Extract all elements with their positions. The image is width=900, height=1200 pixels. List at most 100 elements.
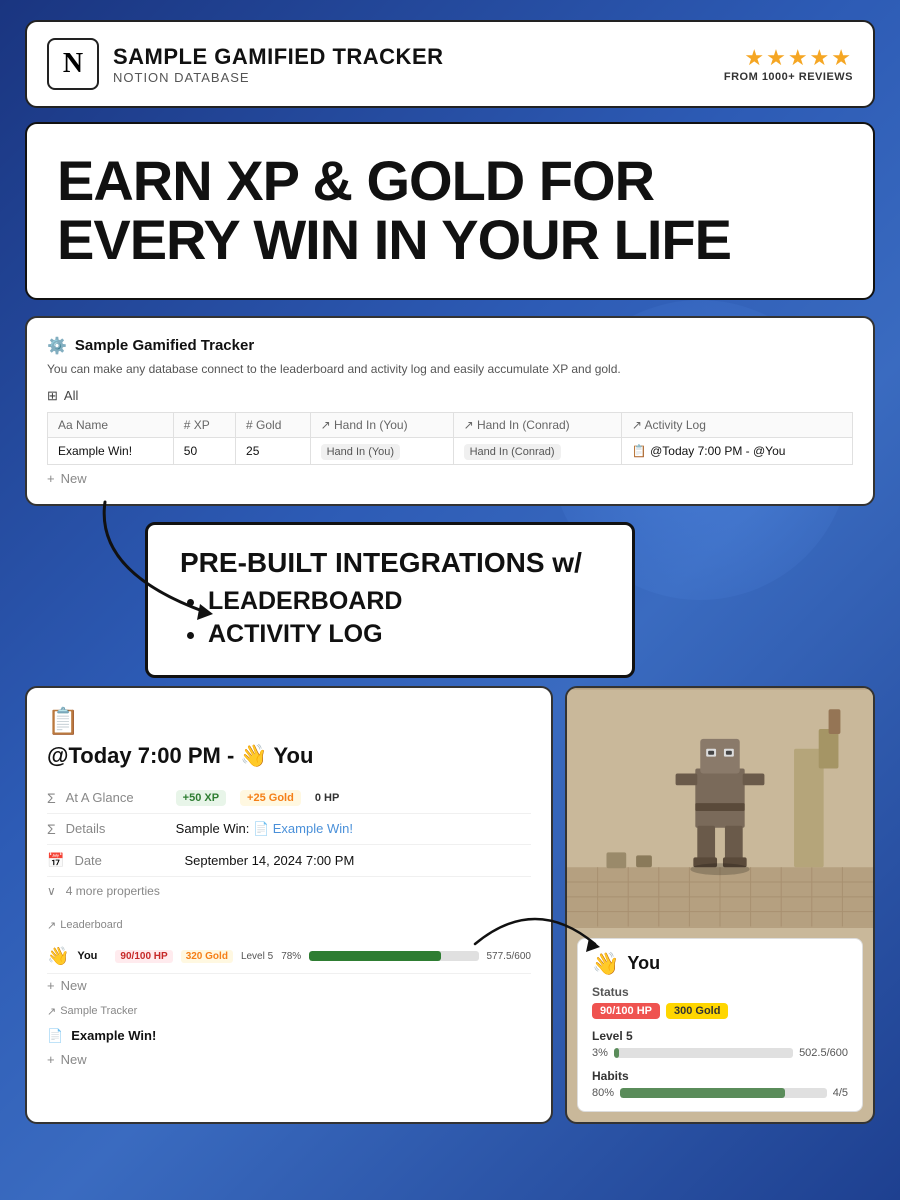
hero-line1: EARN XP & GOLD FOR xyxy=(57,152,843,211)
lb-new-label: New xyxy=(61,978,87,993)
lb-gold-badge: 320 Gold xyxy=(181,950,233,963)
details-row: Σ Details Sample Win: 📄 Example Win! xyxy=(47,814,531,845)
bottom-arrow-svg xyxy=(455,884,605,964)
handin-you-tag: Hand In (You) xyxy=(321,444,400,460)
char-name-row: 👋 You xyxy=(592,951,848,977)
cell-name: Example Win! xyxy=(48,437,174,464)
char-score: 502.5/600 xyxy=(799,1047,848,1059)
app-subtitle: NOTION DATABASE xyxy=(113,70,444,85)
col-xp: # XP xyxy=(173,412,235,437)
date-label: Date xyxy=(74,853,174,868)
lb-level: Level 5 xyxy=(241,951,273,962)
header-text-block: SAMPLE GAMIFIED TRACKER NOTION DATABASE xyxy=(113,44,444,85)
char-level: Level 5 xyxy=(592,1029,848,1043)
new-row-label: New xyxy=(61,471,87,486)
cell-xp: 50 xyxy=(173,437,235,464)
hero-line2: EVERY WIN IN YOUR LIFE xyxy=(57,211,843,270)
pixel-art-area xyxy=(567,688,873,928)
notion-logo: N xyxy=(47,38,99,90)
grid-icon: ⊞ xyxy=(47,388,58,404)
char-progress-bar xyxy=(614,1048,793,1058)
arrow-svg xyxy=(85,492,265,622)
char-gold-stat: 300 Gold xyxy=(666,1003,728,1019)
char-hp-stat: 90/100 HP xyxy=(592,1003,660,1019)
relation-icon-2: ↗ xyxy=(47,1005,56,1018)
view-all-label: All xyxy=(64,388,78,403)
col-handin-you: ↗ Hand In (You) xyxy=(310,412,453,437)
logo-letter: N xyxy=(63,48,83,80)
plus-icon: + xyxy=(47,471,55,486)
db-name: Sample Gamified Tracker xyxy=(75,337,254,354)
activity-note-icon: 📋 xyxy=(47,706,531,737)
tracker-new-label: New xyxy=(61,1052,87,1067)
db-settings-icon: ⚙️ xyxy=(47,336,67,356)
sigma-icon-2: Σ xyxy=(47,821,56,837)
add-new-row[interactable]: + New xyxy=(47,471,853,486)
notion-db-card: ⚙️ Sample Gamified Tracker You can make … xyxy=(25,316,875,506)
example-win-link[interactable]: Example Win! xyxy=(273,821,353,836)
char-name: You xyxy=(627,953,660,974)
db-view-label: ⊞ All xyxy=(47,388,853,404)
sample-tracker-label: ↗ Sample Tracker xyxy=(47,1005,531,1018)
cell-gold: 25 xyxy=(236,437,311,464)
calendar-icon: 📅 xyxy=(47,852,64,869)
hero-text: EARN XP & GOLD FOR EVERY WIN IN YOUR LIF… xyxy=(57,152,843,270)
date-row: 📅 Date September 14, 2024 7:00 PM xyxy=(47,845,531,877)
habit-pct: 80% xyxy=(592,1087,614,1099)
col-handin-conrad: ↗ Hand In (Conrad) xyxy=(453,412,621,437)
activity-title: @Today 7:00 PM - 👋 You xyxy=(47,743,531,769)
plus-icon-lb: + xyxy=(47,978,55,993)
col-gold: # Gold xyxy=(236,412,311,437)
char-progress-fill xyxy=(614,1048,619,1058)
char-status-row: 90/100 HP 300 Gold xyxy=(592,1003,848,1019)
habit-score: 4/5 xyxy=(833,1087,848,1099)
sample-tracker-section-label: Sample Tracker xyxy=(60,1005,137,1017)
app-title: SAMPLE GAMIFIED TRACKER xyxy=(113,44,444,70)
handin-conrad-tag: Hand In (Conrad) xyxy=(464,444,561,460)
hero-banner: EARN XP & GOLD FOR EVERY WIN IN YOUR LIF… xyxy=(25,122,875,300)
char-info-panel: 👋 You Status 90/100 HP 300 Gold Level 5 … xyxy=(577,938,863,1112)
lb-progress-fill xyxy=(309,951,441,961)
header-left: N SAMPLE GAMIFIED TRACKER NOTION DATABAS… xyxy=(47,38,444,90)
lb-pct: 78% xyxy=(281,951,301,962)
tracker-item: 📄 Example Win! xyxy=(47,1024,531,1048)
lb-user-name: You xyxy=(77,950,107,962)
char-habits-label: Habits xyxy=(592,1069,848,1083)
hp-badge: 0 HP xyxy=(315,792,339,804)
relation-icon: ↗ xyxy=(47,919,56,932)
char-progress-row: 3% 502.5/600 xyxy=(592,1047,848,1059)
character-panel: 👋 You Status 90/100 HP 300 Gold Level 5 … xyxy=(565,686,875,1124)
gold-badge: +25 Gold xyxy=(240,790,301,806)
cell-handin-you: Hand In (You) xyxy=(310,437,453,464)
habit-progress-fill xyxy=(620,1088,785,1098)
at-a-glance-label: At A Glance xyxy=(66,790,166,805)
lb-add-new[interactable]: + New xyxy=(47,978,531,993)
doc-icon: 📄 xyxy=(47,1028,63,1044)
character-sprite xyxy=(567,688,873,928)
cell-handin-conrad: Hand In (Conrad) xyxy=(453,437,621,464)
activity-log-cell: @Today 7:00 PM - @You xyxy=(650,444,785,458)
db-table: Aa Name # XP # Gold ↗ Hand In (You) ↗ Ha… xyxy=(47,412,853,465)
table-row: Example Win! 50 25 Hand In (You) Hand In… xyxy=(48,437,853,464)
tracker-add-new[interactable]: + New xyxy=(47,1052,531,1067)
sigma-icon-1: Σ xyxy=(47,790,56,806)
col-activity: ↗ Activity Log xyxy=(621,412,852,437)
cell-activity: 📋 @Today 7:00 PM - @You xyxy=(621,437,852,464)
at-a-glance-row: Σ At A Glance +50 XP +25 Gold 0 HP xyxy=(47,783,531,814)
date-value: September 14, 2024 7:00 PM xyxy=(184,853,354,868)
lb-hp-badge: 90/100 HP xyxy=(115,950,172,963)
integration-item-leaderboard: LEADERBOARD xyxy=(208,587,600,616)
col-name: Aa Name xyxy=(48,412,174,437)
chevron-down-icon: ∨ xyxy=(47,884,56,898)
char-status-label: Status xyxy=(592,985,848,999)
integration-item-activity: ACTIVITY LOG xyxy=(208,620,600,649)
bottom-section: 📋 @Today 7:00 PM - 👋 You Σ At A Glance +… xyxy=(25,686,875,1124)
details-label: Details xyxy=(66,821,166,836)
lb-user-avatar: 👋 xyxy=(47,946,69,967)
char-habits-row: 80% 4/5 xyxy=(592,1087,848,1099)
details-value: Sample Win: 📄 Example Win! xyxy=(176,821,353,837)
db-header: ⚙️ Sample Gamified Tracker xyxy=(47,336,853,356)
sample-tracker-section: ↗ Sample Tracker 📄 Example Win! + New xyxy=(47,1005,531,1067)
header-card: N SAMPLE GAMIFIED TRACKER NOTION DATABAS… xyxy=(25,20,875,108)
star-rating: ★★★★★ xyxy=(724,45,853,71)
